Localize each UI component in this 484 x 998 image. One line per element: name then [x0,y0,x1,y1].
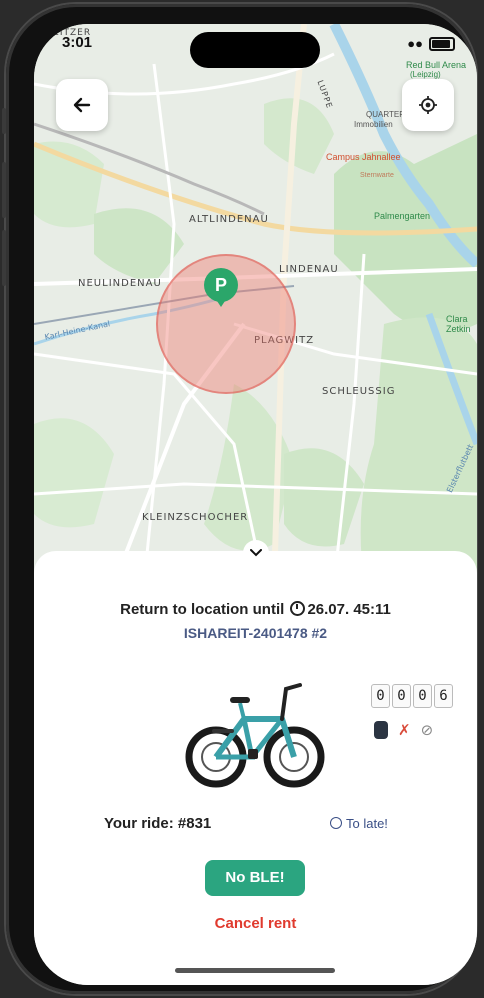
app-screen: ZEITZER LUPPE ALTLINDENAU NEULINDENAU LI… [34,24,477,985]
status-icons: ●● [407,36,455,51]
poi-campus-sub: Sternwarte [360,172,394,179]
cancel-rent-button[interactable]: Cancel rent [34,915,477,932]
bluetooth-off-icon: ✗ [398,722,411,739]
map-label-schleussig: SCHLEUSSIG [322,386,396,397]
late-status-text: To late! [346,816,388,831]
side-button [2,162,6,218]
side-button [2,230,6,286]
poi-clara-sub: Zetkin [446,324,471,334]
arrow-left-icon [73,97,91,113]
ride-number: Your ride: #831 [104,815,212,832]
code-digit: 6 [434,684,453,708]
return-date: 26.07. 45:11 [307,601,391,618]
collapse-button[interactable] [243,540,269,566]
side-button [2,108,6,134]
code-digit: 0 [371,684,390,708]
late-status: To late! [330,816,388,831]
status-time: 3:01 [62,34,93,51]
poi-palmengarten[interactable]: Palmengarten [374,211,430,221]
home-indicator[interactable] [175,968,335,973]
poi-campus-jahnallee[interactable]: Campus Jahnallee [326,152,401,162]
parking-pin[interactable]: P [204,268,238,307]
return-label: Return to location until [120,601,285,618]
dynamic-island [190,32,320,68]
rental-sheet: Return to location until 26.07. 45:11 IS… [34,540,477,985]
clock-check-icon [330,817,342,829]
map-label-altlindenau: ALTLINDENAU [189,214,269,225]
crosshair-icon [419,96,437,114]
device-status: ✗ ⊘ [374,721,433,739]
back-button[interactable] [56,79,108,131]
battery-icon [429,36,455,51]
code-digit: 0 [392,684,411,708]
map-label-lindenau: LINDENAU [279,264,339,275]
map-label-kleinzschocher: KLEINZSCHOCHER [142,512,249,523]
vehicle-id: ISHAREIT-2401478 #2 [183,625,328,641]
parking-pin-label: P [214,275,227,295]
poi-quarterback-sub: Immobilien [354,120,393,129]
map-label-neulindenau: NEULINDENAU [78,278,162,289]
no-ble-button[interactable]: No BLE! [205,860,305,896]
status-bar: 3:01 ●● [34,24,477,72]
locate-button[interactable] [402,79,454,131]
chevron-down-icon [250,549,262,557]
gps-off-icon: ⊘ [420,722,434,739]
clock-icon [290,601,306,616]
lock-icon [374,721,388,739]
wifi-icon: ●● [407,36,423,51]
code-digit: 0 [413,684,432,708]
return-deadline: Return to location until 26.07. 45:11 [34,601,477,618]
bike-image [185,683,325,788]
unlock-code: 0 0 0 6 [371,684,453,708]
poi-clara[interactable]: Clara [446,314,468,324]
